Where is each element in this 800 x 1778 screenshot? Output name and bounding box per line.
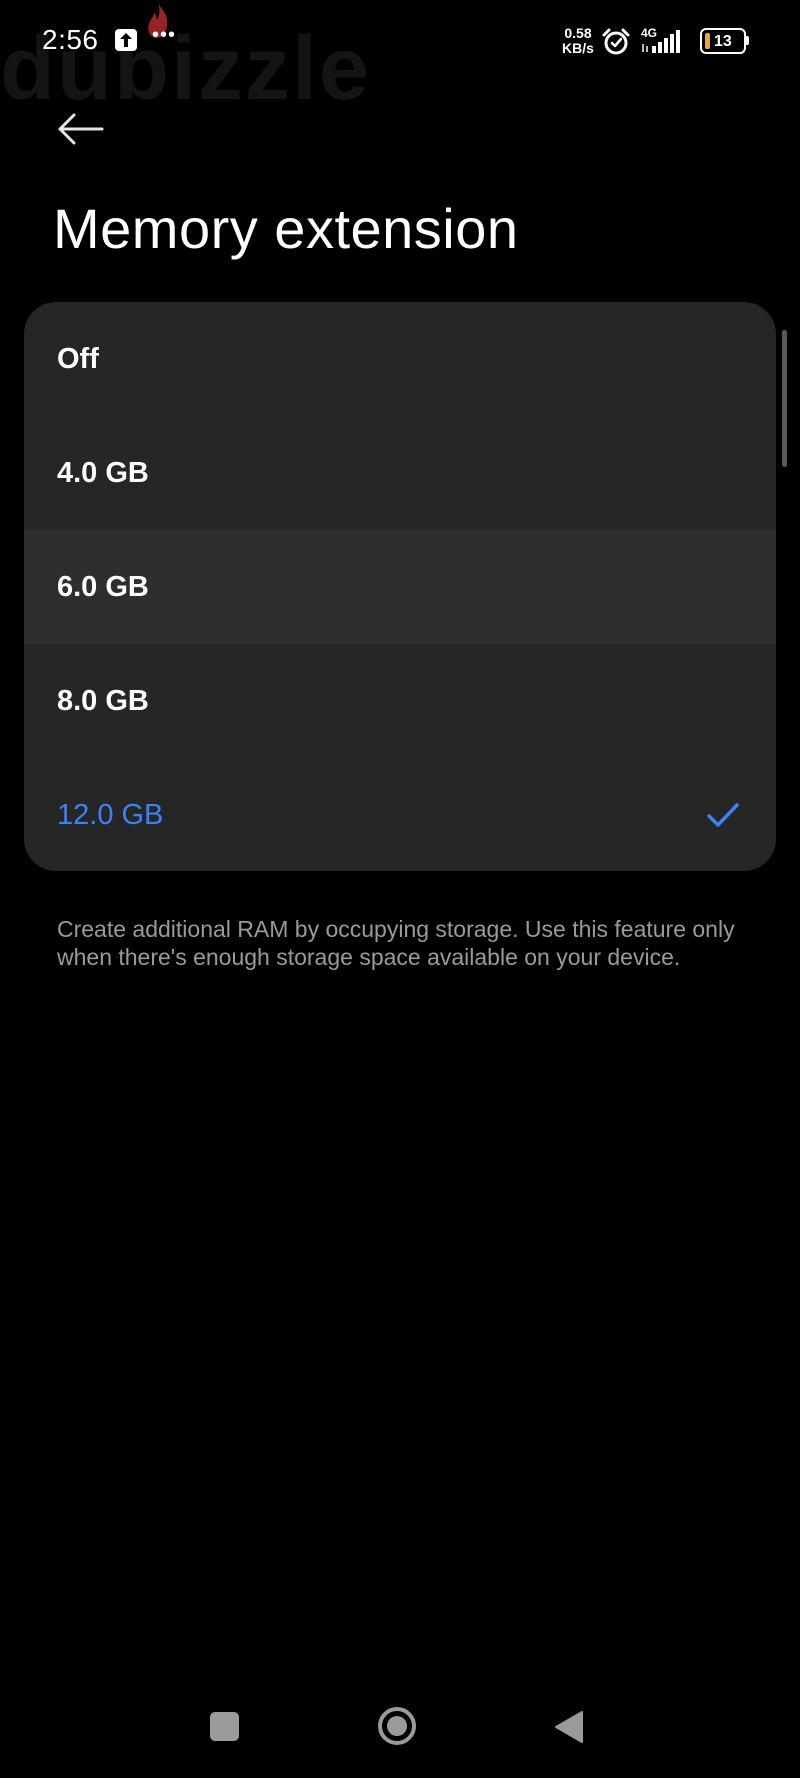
alarm-icon: [602, 28, 630, 55]
net-speed-unit: KB/s: [562, 40, 594, 56]
option-8gb[interactable]: 8.0 GB: [24, 644, 776, 758]
back-button[interactable]: [52, 104, 108, 154]
more-notifications-indicator: •••: [152, 24, 177, 46]
option-6gb[interactable]: 6.0 GB: [24, 530, 776, 644]
status-time: 2:56: [42, 24, 99, 55]
option-4gb[interactable]: 4.0 GB: [24, 416, 776, 530]
recents-button[interactable]: [210, 1712, 239, 1741]
memory-options-list: Off 4.0 GB 6.0 GB 8.0 GB 12.0 GB: [24, 302, 776, 871]
battery-indicator: 13: [700, 28, 749, 54]
option-label: 6.0 GB: [57, 571, 149, 603]
network-speed: 0.58 KB/s: [558, 26, 598, 56]
option-label: 12.0 GB: [57, 799, 164, 831]
option-12gb[interactable]: 12.0 GB: [24, 758, 776, 871]
navigation-bar: [0, 1690, 800, 1778]
option-label: 4.0 GB: [57, 457, 149, 489]
option-off[interactable]: Off: [24, 302, 776, 416]
checkmark-icon: [707, 803, 739, 827]
battery-level: 13: [714, 33, 732, 50]
battery-fill: [705, 33, 710, 49]
nav-back-button[interactable]: [553, 1709, 585, 1745]
option-label: Off: [57, 343, 99, 375]
home-button[interactable]: [376, 1705, 418, 1747]
signal-strength-icon: [642, 30, 680, 53]
scrollbar[interactable]: [782, 330, 787, 467]
battery-tip: [746, 36, 749, 45]
feature-description: Create additional RAM by occupying stora…: [57, 916, 735, 970]
battery-body: 13: [700, 28, 746, 54]
option-label: 8.0 GB: [57, 685, 149, 717]
page-title: Memory extension: [53, 197, 519, 260]
status-bar: 2:56 ••• 0.58 KB/s 4G 13: [0, 0, 800, 84]
net-speed-value: 0.58: [564, 25, 592, 41]
upload-notification-icon: [115, 29, 137, 51]
arrow-left-icon: [58, 113, 104, 145]
